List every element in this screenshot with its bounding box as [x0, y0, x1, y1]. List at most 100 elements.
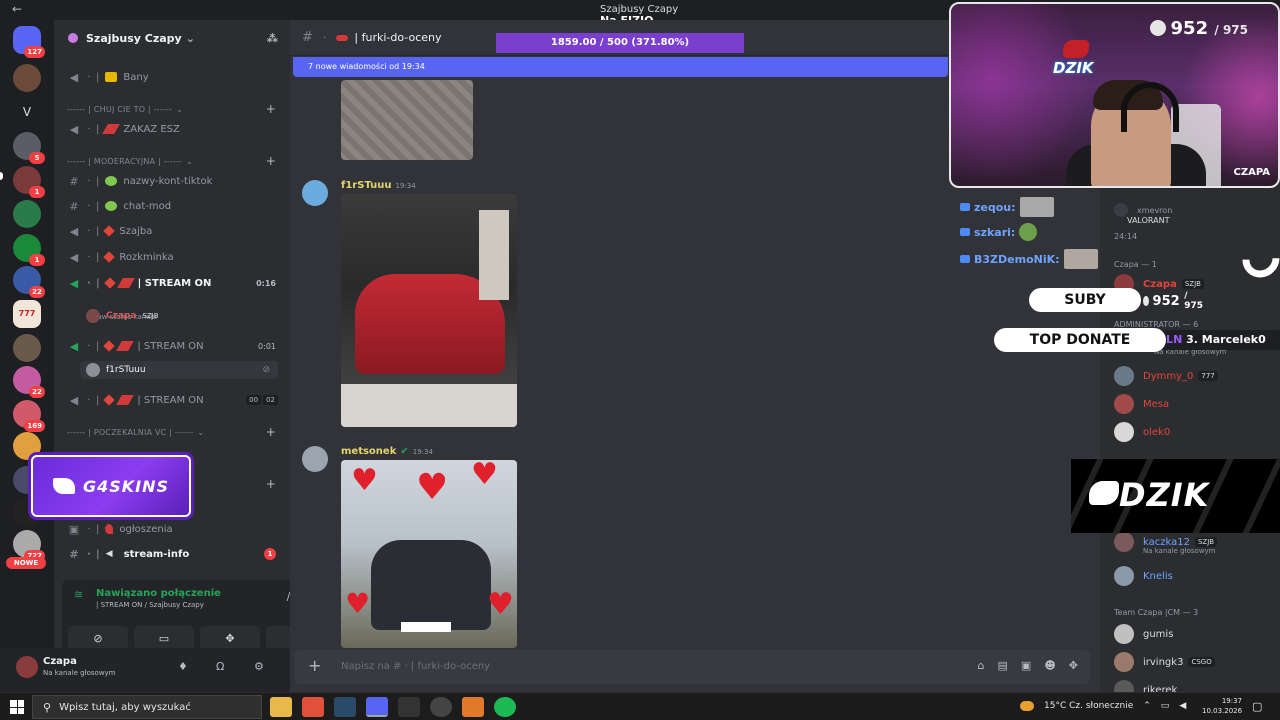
taskbar-search[interactable]: ⚲ Wpisz tutaj, aby wyszukać [32, 695, 262, 719]
channel-item[interactable]: ◀ · | Bany [54, 67, 290, 87]
soundboard-button[interactable]: ♫ [266, 626, 290, 650]
channel-item[interactable]: ◀ · | | STREAM ON 0:01 [54, 336, 290, 356]
message-time: 19:34 [395, 182, 416, 190]
server-icon[interactable]: 169 [13, 400, 45, 432]
brave-browser-icon[interactable] [302, 697, 324, 717]
chevron-up-icon[interactable]: ⌃ [1143, 701, 1151, 711]
message-image[interactable]: ♥ ♥ ♥ ♥ ♥ [341, 460, 517, 648]
add-channel-icon[interactable]: + [266, 477, 276, 491]
category-header[interactable]: ------ | CHUJ CIE TO | ------ ⌄ + [54, 99, 290, 119]
verified-icon: ✔ [400, 446, 409, 457]
member-item[interactable]: kaczka12 SZJB Na kanale głosowym [1114, 530, 1218, 555]
server-icon[interactable]: 1 [13, 234, 45, 266]
settings-gear-icon[interactable]: ⚙ [254, 660, 264, 673]
new-messages-bar[interactable]: 7 nowe wiadomości od 19:34 [293, 57, 948, 77]
channel-item[interactable]: # · | nazwy-kont-tiktok [54, 171, 290, 191]
message-input[interactable]: Napisz na # · | furki-do-oceny [341, 661, 490, 672]
member-item[interactable]: irvingk3 CSGO [1114, 650, 1215, 674]
server-777-icon[interactable]: 777 [13, 300, 41, 328]
server-icon[interactable]: 5 [13, 132, 45, 164]
member-item[interactable]: olek0 [1114, 420, 1170, 444]
message-author[interactable]: f1rSTuuu 19:34 [341, 180, 416, 191]
alien-server-icon[interactable] [13, 200, 41, 228]
avatar[interactable] [16, 656, 38, 678]
gif-icon[interactable]: ▤ [998, 659, 1008, 672]
sticker-icon[interactable]: ▣ [1021, 659, 1031, 672]
app-icon[interactable] [462, 697, 484, 717]
discord-icon[interactable] [366, 697, 388, 717]
member-name: Czapa [1143, 278, 1177, 290]
member-item[interactable]: Dymmy_0 777 [1114, 364, 1218, 388]
notification-icon[interactable]: ▢ [1252, 700, 1262, 713]
top-donate-ticker: PLN 3. Marcelek0 [1158, 330, 1280, 350]
spotify-icon[interactable] [494, 697, 516, 717]
headphones-icon[interactable]: Ω [216, 660, 224, 673]
message-image[interactable] [341, 194, 517, 427]
steam-icon[interactable] [334, 697, 356, 717]
add-channel-icon[interactable]: + [266, 102, 276, 116]
avatar [1114, 624, 1134, 644]
server-icon[interactable]: 1 [13, 166, 45, 198]
channel-item[interactable]: ◀ · | ZAKAZ ESZ [54, 119, 290, 139]
network-icon[interactable]: ▭ [1161, 701, 1170, 711]
add-user-icon[interactable]: ⁂ [267, 32, 278, 45]
avatar[interactable] [302, 446, 328, 472]
voice-channel-icon: ◀ [69, 339, 79, 353]
screen-share-icon: ▭ [158, 631, 170, 645]
windows-start-icon[interactable] [10, 700, 24, 714]
category-header[interactable]: ------ | POCZEKALNIA VC | ------ ⌄ + [54, 422, 290, 442]
channel-item[interactable]: ◀ · | Szajba [54, 221, 290, 241]
channel-name: Bany [123, 71, 149, 83]
taskbar-clock[interactable]: 19:37 10.03.2026 [1202, 696, 1242, 716]
add-channel-icon[interactable]: + [266, 154, 276, 168]
server-icon[interactable]: 22 [13, 266, 45, 298]
category-header[interactable]: ------ | MODERACYJNA | ------ ⌄ + [54, 151, 290, 171]
member-item[interactable]: Mesa [1114, 392, 1169, 416]
microphone-icon[interactable]: ♦ [178, 660, 188, 673]
avatar[interactable] [302, 180, 328, 206]
server-icon[interactable] [13, 334, 41, 362]
channel-item-active[interactable]: ◀ · | | STREAM ON 0:16 [54, 273, 290, 293]
voice-channel-link[interactable]: | STREAM ON / Szajbusy Czapy [96, 601, 204, 609]
apps-icon[interactable]: ✥ [1069, 659, 1078, 672]
voice-user[interactable]: f1rSTuuu ⊘ [80, 361, 278, 379]
obs-icon[interactable] [430, 697, 452, 717]
server-icon[interactable]: 22 [13, 366, 45, 398]
member-item[interactable]: gumis [1114, 622, 1173, 646]
member-item[interactable]: xmevron VALORANT [1114, 198, 1172, 225]
server-letter-icon[interactable]: V [13, 98, 41, 126]
member-item[interactable]: rikerek [1114, 678, 1177, 692]
screen-share-button[interactable]: ▭ [134, 626, 194, 650]
voice-user[interactable]: Czapa SZJB [86, 307, 159, 325]
file-explorer-icon[interactable] [270, 697, 292, 717]
announcement-channel-icon: ▣ [68, 522, 80, 536]
activities-button[interactable]: ✥ [200, 626, 260, 650]
message-author[interactable]: metsonek ✔ 19:34 [341, 446, 433, 457]
signal-icon[interactable]: ≋ [74, 588, 83, 601]
channel-item[interactable]: # · | chat-mod [54, 196, 290, 216]
epic-games-icon[interactable] [398, 697, 420, 717]
server-icon[interactable]: 727 [13, 530, 45, 562]
new-badge[interactable]: NOWE [6, 557, 46, 569]
add-attachment-icon[interactable]: + [308, 656, 321, 675]
gift-icon[interactable]: ⌂ [978, 659, 985, 672]
channel-name: stream-info [123, 548, 190, 560]
channel-item[interactable]: # · | ◀ stream-info 1 [54, 544, 290, 564]
subs-label-pill: SUBY [1029, 288, 1141, 312]
server-icon[interactable] [13, 64, 41, 92]
avatar [1114, 422, 1134, 442]
channel-item[interactable]: ◀ · | Rozkminka [54, 247, 290, 267]
volume-icon[interactable]: ◀ [1179, 701, 1186, 711]
weather-text[interactable]: 15°C Cz. słonecznie [1044, 701, 1133, 711]
channel-item[interactable]: ◀ · | | STREAM ON 00 02 [54, 390, 290, 410]
camera-off-button[interactable]: ⊘ [68, 626, 128, 650]
back-arrow-icon[interactable]: ← [12, 2, 22, 16]
home-server-icon[interactable]: 127 [13, 26, 45, 58]
member-item[interactable]: Knelis [1114, 564, 1173, 588]
message-image[interactable] [341, 80, 473, 160]
add-channel-icon[interactable]: + [266, 425, 276, 439]
channel-item[interactable]: ▣ · | ogłoszenia [54, 519, 290, 539]
taskbar-apps [270, 697, 516, 717]
emoji-icon[interactable]: ☻ [1044, 659, 1055, 672]
server-header[interactable]: Szajbusy Czapy ⌄ ⁂ [54, 20, 290, 56]
